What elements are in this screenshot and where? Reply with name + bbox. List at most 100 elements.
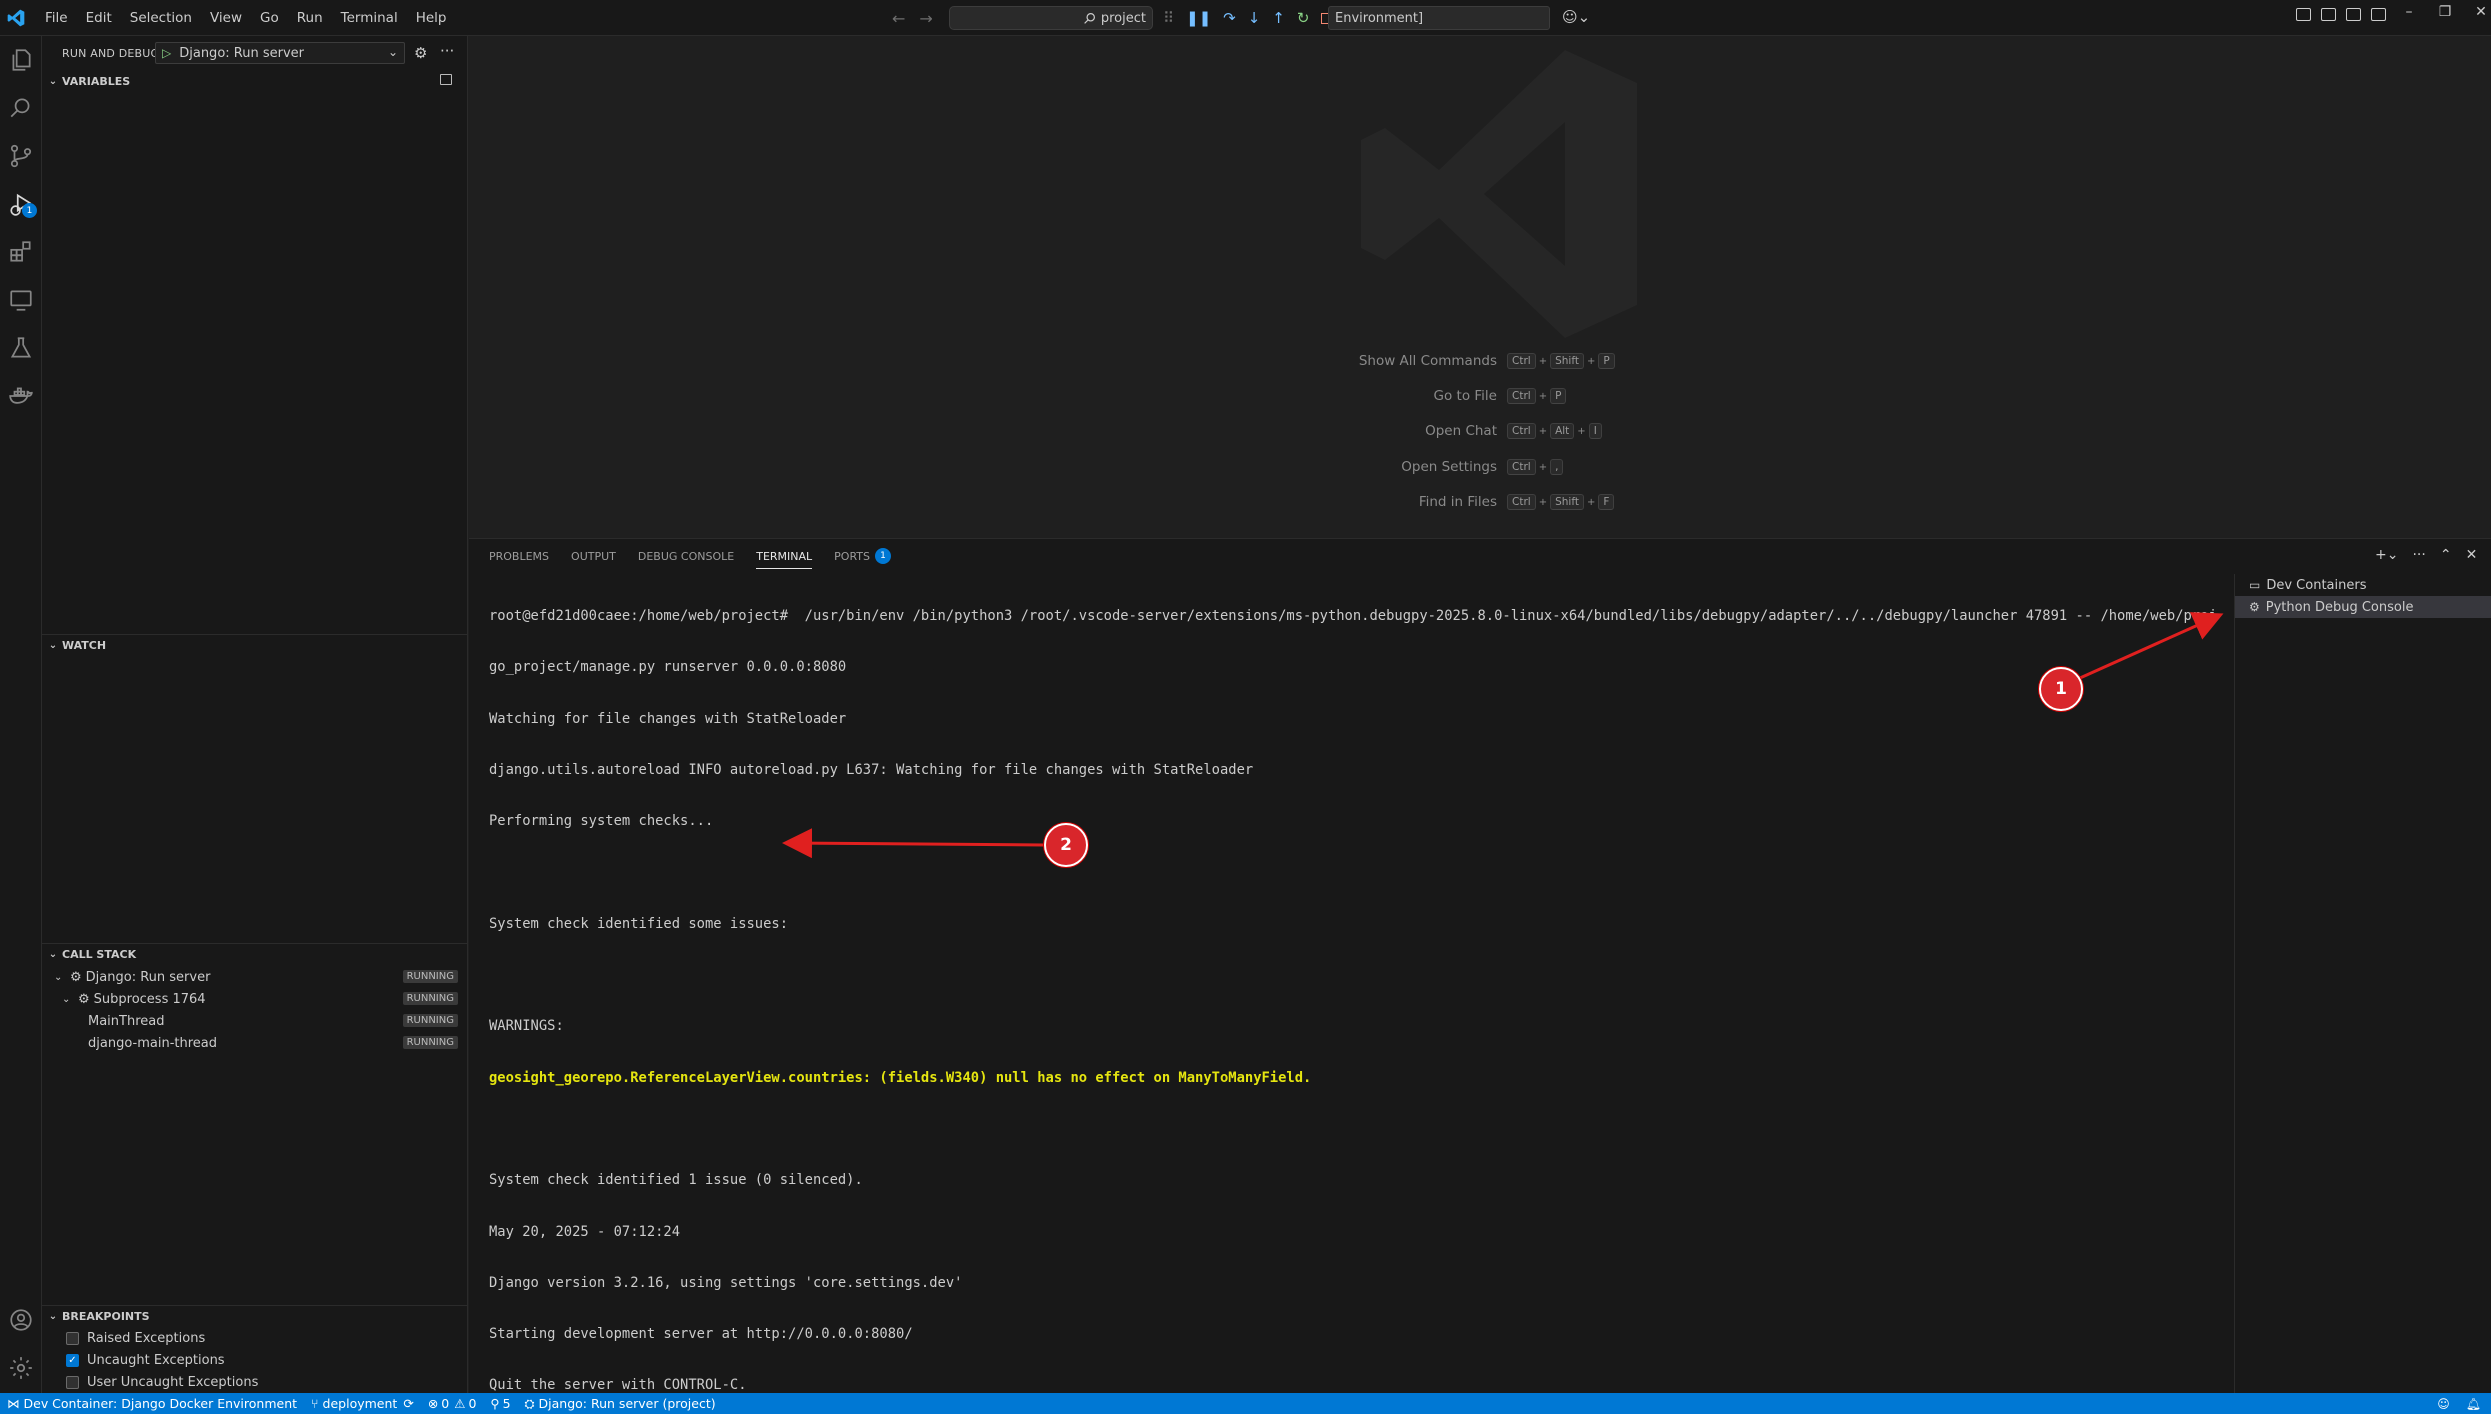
call-stack-row[interactable]: ⌄ ⚙ Subprocess 1764 RUNNING [42,988,468,1010]
menu-terminal[interactable]: Terminal [332,10,407,26]
menu-view[interactable]: View [201,10,251,26]
branch-indicator[interactable]: ⑂ deployment ⟳ [304,1393,421,1414]
tab-ports[interactable]: PORTS 1 [834,539,891,573]
terminal-line: go_project/manage.py runserver 0.0.0.0:8… [489,659,847,676]
toggle-panel-icon[interactable] [2346,8,2361,21]
shortcut-label: Find in Files [1418,494,1497,510]
menu-go[interactable]: Go [251,10,288,26]
maximize-panel-icon[interactable]: ⌃ [2440,547,2452,563]
tab-output[interactable]: OUTPUT [571,539,616,573]
step-out-icon[interactable]: ↑ [1272,9,1285,27]
new-terminal-icon[interactable]: +⌄ [2375,547,2398,563]
toggle-secondary-sidebar-icon[interactable] [2371,8,2386,21]
terminal-line: Performing system checks... [489,813,714,830]
breakpoint-checkbox[interactable] [66,1331,79,1345]
start-debugging-icon[interactable]: ▷ [162,46,171,60]
shortcut-key: P [1598,353,1615,369]
debug-gear-icon: ⚙ [2249,600,2260,614]
testing-icon[interactable] [7,334,35,362]
breakpoint-item[interactable]: User Uncaught Exceptions [66,1371,258,1393]
explorer-icon[interactable] [7,46,35,74]
more-actions-icon[interactable]: ··· [440,42,454,60]
search-activity-icon[interactable] [7,94,35,122]
terminal-tabs-list: ▭ Dev Containers ⚙ Python Debug Console [2234,574,2491,1394]
terminal-list-item[interactable]: ▭ Dev Containers [2235,574,2491,596]
run-and-debug-icon[interactable]: 1 [7,190,37,218]
terminal-output[interactable]: root@efd21d00caee:/home/web/project# /us… [489,574,2214,1393]
notifications-bell-icon[interactable]: 🔔︎ [2466,1397,2481,1411]
tab-debug-console[interactable]: DEBUG CONSOLE [638,539,734,573]
drag-handle-icon[interactable]: ⠿ [1163,9,1174,27]
remote-indicator[interactable]: ⋈ Dev Container: Django Docker Environme… [0,1393,304,1414]
breakpoint-item[interactable]: ✓ Uncaught Exceptions [66,1349,225,1371]
breakpoint-item[interactable]: Raised Exceptions [66,1327,205,1349]
pause-icon[interactable]: ❚❚ [1186,9,1211,27]
breakpoint-checkbox[interactable]: ✓ [66,1353,79,1367]
tab-problems[interactable]: PROBLEMS [489,539,549,573]
shortcut-key: Ctrl [1507,388,1536,404]
git-branch-icon: ⑂ [311,1396,319,1411]
manage-gear-icon[interactable] [7,1354,35,1382]
chevron-down-icon[interactable]: ⌄ [388,45,398,59]
step-over-icon[interactable]: ↷ [1223,9,1236,27]
variables-section-header[interactable]: ⌄ VARIABLES [42,70,468,92]
copilot-status-icon[interactable]: ☺︎ [2437,1397,2450,1411]
open-launch-json-gear-icon[interactable]: ⚙ [414,44,427,62]
terminal-icon: ▭ [2249,578,2261,592]
collapse-all-icon[interactable] [440,74,452,85]
more-actions-icon[interactable]: ··· [2412,547,2425,563]
menu-edit[interactable]: Edit [77,10,121,26]
forward-arrow-icon[interactable]: → [919,9,932,28]
watch-section-header[interactable]: ⌄ WATCH [42,634,468,656]
call-stack-title: CALL STACK [62,948,137,961]
layout-customize-icon[interactable] [2296,8,2311,21]
debug-config-select[interactable]: ▷ Django: Run server ⌄ [155,42,405,64]
menu-run[interactable]: Run [288,10,332,26]
terminal-line: Quit the server with CONTROL-C. [489,1377,747,1394]
copilot-icon[interactable]: ☺︎⌄ [1562,8,1590,26]
debug-indicator[interactable]: ⛭ Django: Run server (project) [518,1393,723,1414]
step-into-icon[interactable]: ↓ [1248,9,1261,27]
minimize-icon[interactable]: – [2400,4,2418,20]
debug-config-label: Django: Run server [179,45,304,61]
docker-icon[interactable] [7,382,35,410]
call-stack-row[interactable]: MainThread RUNNING [42,1010,468,1032]
source-control-icon[interactable] [7,142,35,170]
toggle-primary-sidebar-icon[interactable] [2321,8,2336,21]
problems-indicator[interactable]: ⊗ 0 ⚠ 0 [421,1393,484,1414]
close-panel-icon[interactable]: ✕ [2466,547,2478,563]
back-arrow-icon[interactable]: ← [892,9,905,28]
menu-help[interactable]: Help [407,10,456,26]
panel-tabs: PROBLEMS OUTPUT DEBUG CONSOLE TERMINAL P… [489,539,913,573]
environment-field[interactable]: Environment] [1328,6,1550,30]
call-stack-label: MainThread [88,1013,165,1029]
command-center-search[interactable]: project [949,6,1153,30]
close-icon[interactable]: ✕ [2472,4,2490,20]
menu-selection[interactable]: Selection [121,10,201,26]
restart-icon[interactable]: ↻ [1297,9,1310,27]
breakpoint-checkbox[interactable] [66,1375,79,1389]
shortcut-label: Open Chat [1425,423,1497,439]
menu-file[interactable]: File [36,10,77,26]
remote-explorer-icon[interactable] [7,286,35,314]
terminal-line: Starting development server at http://0.… [489,1326,913,1343]
call-stack-section-header[interactable]: ⌄ CALL STACK [42,943,468,965]
warning-count: 0 [468,1396,477,1411]
debug-badge: 1 [22,203,37,218]
extensions-icon[interactable] [7,238,35,266]
breakpoints-section-header[interactable]: ⌄ BREAKPOINTS [42,1305,468,1327]
call-stack-row[interactable]: ⌄ ⚙ Django: Run server RUNNING [42,966,468,988]
maximize-icon[interactable]: ❐ [2436,4,2454,20]
terminal-line: django.utils.autoreload INFO autoreload.… [489,762,1254,779]
remote-icon: ⋈ [7,1396,20,1411]
vscode-watermark-icon [1361,50,1637,338]
terminal-list-item[interactable]: ⚙ Python Debug Console [2235,596,2491,618]
breakpoints-title: BREAKPOINTS [62,1310,150,1323]
accounts-icon[interactable] [7,1306,35,1334]
tab-terminal[interactable]: TERMINAL [756,539,812,573]
call-stack-row[interactable]: django-main-thread RUNNING [42,1032,468,1054]
terminal-list-label: Python Debug Console [2265,599,2414,615]
vscode-logo-icon [7,9,25,27]
status-badge: RUNNING [402,1014,458,1027]
ports-indicator[interactable]: ⚲ 5 [483,1393,517,1414]
